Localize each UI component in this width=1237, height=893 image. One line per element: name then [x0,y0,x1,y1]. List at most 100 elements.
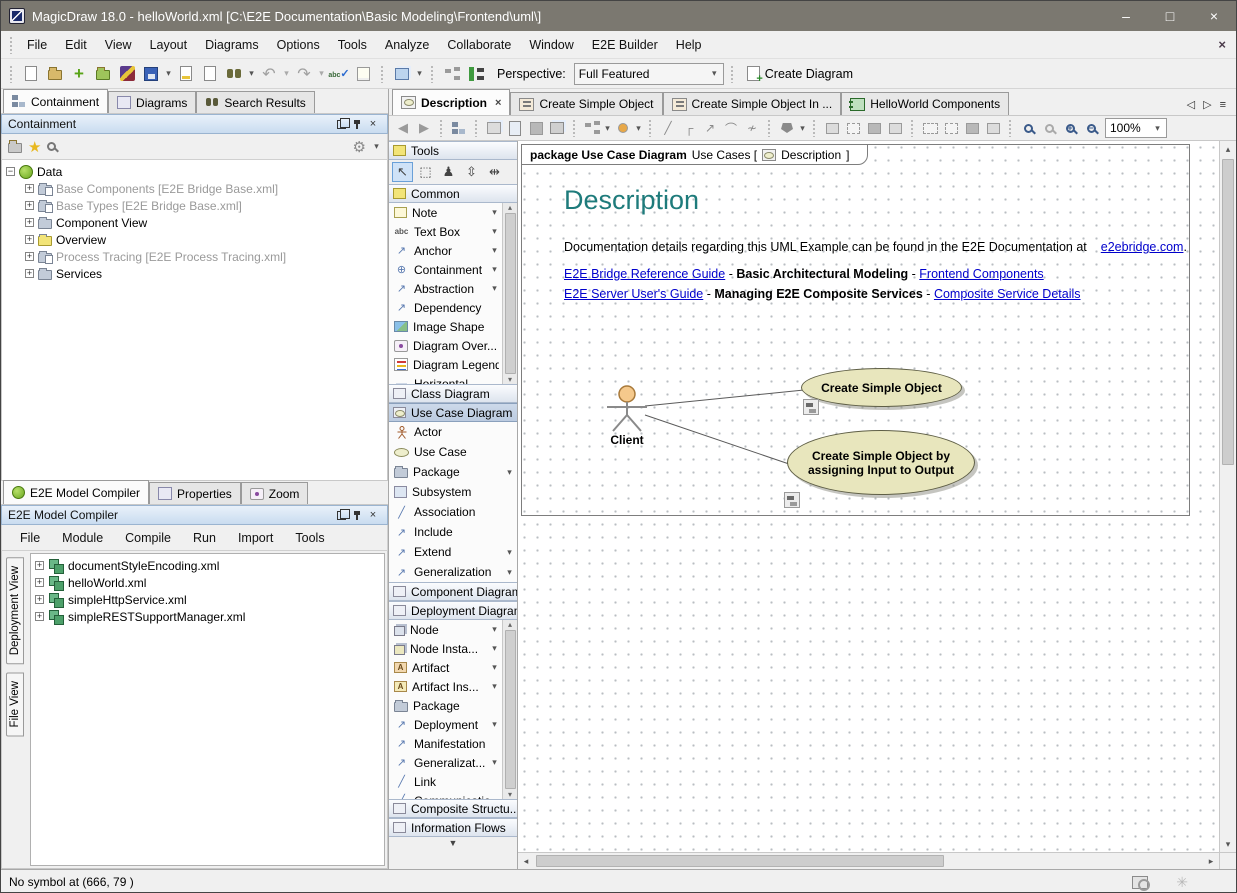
align-shapes-icon[interactable] [920,118,940,138]
dropdown-icon[interactable]: ▾ [505,547,514,558]
dropdown-icon[interactable]: ▾ [505,467,514,478]
palette-item-use-case[interactable]: Use Case [389,442,517,462]
expand-icon[interactable]: + [25,201,34,210]
tab-zoom[interactable]: Zoom [241,482,309,504]
line-custom-icon[interactable]: ≁ [742,118,762,138]
tree-row[interactable]: + Base Types [E2E Bridge Base.xml] [6,197,387,214]
menu-collaborate[interactable]: Collaborate [438,34,520,56]
comment-icon[interactable] [352,63,374,85]
palette-item-artifact[interactable]: AArtifact▾ [389,658,502,677]
close-tab-icon[interactable]: × [495,97,501,109]
scroll-right-icon[interactable]: ▸ [1203,853,1219,869]
close-panel-icon[interactable]: × [365,117,381,131]
dropdown-icon[interactable]: ▾ [490,624,499,635]
forward-icon[interactable]: ▶ [414,118,434,138]
create-diagram-button[interactable]: Create Diagram [741,66,859,81]
collapse-icon[interactable]: − [6,167,15,176]
expand-icon[interactable]: + [25,184,34,193]
scroll-up-icon[interactable]: ▴ [508,620,512,629]
zoom-level-select[interactable]: 100% ▾ [1105,118,1167,138]
scroll-thumb[interactable] [536,855,944,867]
palette-item-text-box[interactable]: abcText Box▾ [389,222,502,241]
menu-options[interactable]: Options [268,34,329,56]
autosize-shape-icon[interactable] [843,118,863,138]
link-frontend-components[interactable]: Frontend Components [919,267,1043,281]
gear-icon[interactable]: ⚙ [353,138,366,156]
dropdown-icon[interactable]: ▾ [490,245,499,256]
palette-item-node-instance[interactable]: Node Insta...▾ [389,639,502,658]
actor-label[interactable]: Client [592,433,662,447]
dropdown-icon[interactable]: ▾ [505,567,514,578]
light-shape-icon[interactable] [983,118,1003,138]
open-module-icon[interactable] [92,63,114,85]
tab-file-view[interactable]: File View [6,672,24,736]
scroll-down-icon[interactable]: ▾ [508,375,512,384]
palette-item-diagram-overview[interactable]: Diagram Over... [389,336,502,355]
print-preview-icon[interactable] [199,63,221,85]
back-icon[interactable]: ◀ [393,118,413,138]
close-button[interactable]: × [1192,1,1236,31]
print-icon[interactable] [175,63,197,85]
pin-panel-icon[interactable] [349,117,365,131]
quick-layout-dropdown-icon[interactable]: ▾ [634,123,643,134]
palette-scrollbar[interactable]: ▴ ▾ [502,620,517,799]
menu-view[interactable]: View [96,34,141,56]
find-icon[interactable] [223,63,245,85]
undo-icon[interactable]: ↶ [258,63,280,85]
palette-item-actor[interactable]: Actor [389,422,517,442]
collaboration-icon[interactable] [1132,876,1148,889]
new-project-icon[interactable] [20,63,42,85]
selection-tool-icon[interactable]: ↖ [392,162,413,182]
grip-handle[interactable] [380,65,385,83]
menu-e2e-builder[interactable]: E2E Builder [583,34,667,56]
dropdown-icon[interactable]: ▾ [490,226,499,237]
menu-help[interactable]: Help [667,34,711,56]
menu-file[interactable]: File [18,34,56,56]
reference-links-row-1[interactable]: E2E Bridge Reference Guide - Basic Archi… [564,267,1044,281]
model-structure-icon[interactable] [441,63,463,85]
paste-special-icon[interactable] [547,118,567,138]
expand-icon[interactable]: + [25,269,34,278]
menu-window[interactable]: Window [520,34,582,56]
scroll-left-icon[interactable]: ◂ [518,853,534,869]
tab-create-simple-object-in[interactable]: Create Simple Object In ... [663,92,842,115]
tab-diagrams[interactable]: Diagrams [108,91,196,113]
link-bridge-reference-guide[interactable]: E2E Bridge Reference Guide [564,267,725,281]
zoom-out-icon[interactable]: − [1081,118,1101,138]
compiler-menu-compile[interactable]: Compile [115,527,181,549]
vertical-scrollbar[interactable]: ▴ ▾ [1219,141,1236,852]
grip-handle[interactable] [730,65,735,83]
palette-item-diagram-legend[interactable]: Diagram Legend [389,355,502,374]
tree-row[interactable]: + Services [6,265,387,282]
horizontal-scrollbar[interactable]: ◂ ▸ [518,852,1219,869]
use-case-create-simple-object[interactable]: Create Simple Object [801,368,962,407]
dropdown-icon[interactable]: ▾ [490,264,499,275]
palette-section-class-diagram[interactable]: Class Diagram [389,384,517,403]
scroll-tabs-right-icon[interactable]: ▷ [1203,98,1211,111]
delete-icon[interactable] [526,118,546,138]
tree-row[interactable]: + Process Tracing [E2E Process Tracing.x… [6,248,387,265]
grid-icon[interactable] [941,118,961,138]
dropdown-icon[interactable]: ▾ [490,283,499,294]
tab-create-simple-object[interactable]: Create Simple Object [510,92,662,115]
tab-list-icon[interactable]: ≡ [1220,99,1226,111]
description-heading[interactable]: Description [564,185,699,216]
palette-item-image-shape[interactable]: Image Shape [389,317,502,336]
diagram-canvas[interactable]: package Use Case Diagram Use Cases [ Des… [518,141,1219,852]
minimize-button[interactable]: – [1104,1,1148,31]
tab-e2e-model-compiler[interactable]: E2E Model Compiler [3,480,149,504]
tree-row[interactable]: + Overview [6,231,387,248]
horizontal-split-tool-icon[interactable]: ⇹ [484,162,505,182]
diagram-frame-header[interactable]: package Use Case Diagram Use Cases [ Des… [521,144,868,165]
expand-icon[interactable]: + [35,578,44,587]
palette-item-link[interactable]: ╱Link [389,772,502,791]
link-e2ebridge[interactable]: e2ebridge.com [1101,240,1184,254]
tree-row[interactable]: + documentStyleEncoding.xml [35,557,384,574]
palette-item-abstraction[interactable]: ↗Abstraction▾ [389,279,502,298]
find-dropdown-icon[interactable]: ▾ [247,68,256,79]
zoom-in-icon[interactable]: + [1060,118,1080,138]
tree-layout-icon[interactable] [582,118,602,138]
reference-links-row-2[interactable]: E2E Server User's Guide - Managing E2E C… [564,287,1081,301]
tab-properties[interactable]: Properties [149,482,241,504]
tab-description-diagram[interactable]: Description × [392,89,510,115]
